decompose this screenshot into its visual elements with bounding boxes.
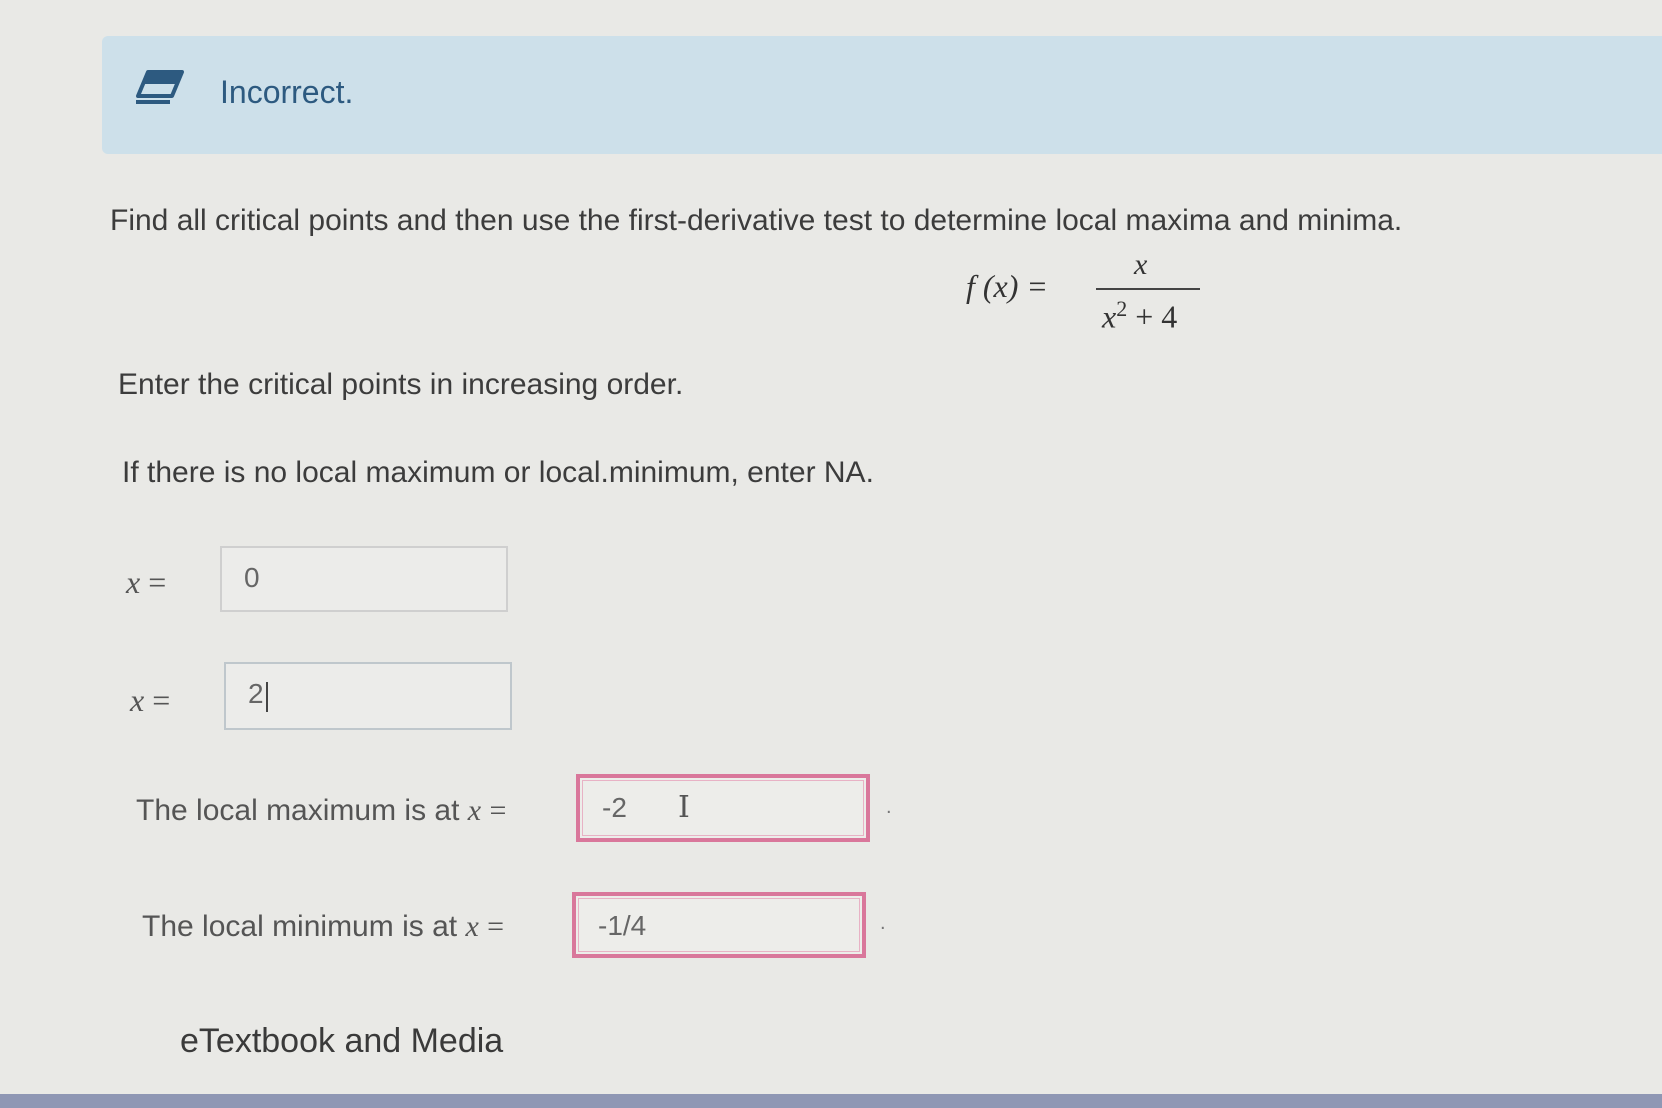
ibeam-cursor-icon: I — [678, 790, 690, 825]
local-min-input[interactable]: -1/4 — [572, 892, 866, 958]
formula-lhs: f (x) = — [966, 268, 1048, 304]
formula-denominator: x2 + 4 — [1102, 296, 1178, 335]
bottom-strip — [0, 1094, 1662, 1108]
local-max-label: The local maximum is at x = — [136, 794, 507, 827]
na-note: If there is no local maximum or local.mi… — [122, 456, 874, 489]
feedback-status: Incorrect. — [220, 74, 354, 110]
local-min-label: The local minimum is at x = — [142, 910, 505, 943]
local-min-period: . — [880, 912, 886, 934]
etextbook-media-link[interactable]: eTextbook and Media — [180, 1022, 503, 1061]
order-note: Enter the critical points in increasing … — [118, 368, 684, 401]
question-instruction: Find all critical points and then use th… — [110, 204, 1403, 237]
local-max-period: . — [886, 796, 892, 818]
critical-point-2-input[interactable]: 2 — [224, 662, 512, 730]
critical-point-1-input[interactable]: 0 — [220, 546, 508, 612]
text-cursor — [266, 682, 268, 712]
formula-numerator: x — [1134, 248, 1148, 281]
eraser-icon — [136, 70, 184, 104]
local-max-input[interactable]: -2 I — [576, 774, 870, 842]
feedback-banner: Incorrect. — [102, 36, 1662, 154]
critical-point-1-label: x = — [126, 564, 167, 600]
fraction-bar — [1096, 288, 1200, 290]
critical-point-2-label: x = — [130, 682, 171, 718]
